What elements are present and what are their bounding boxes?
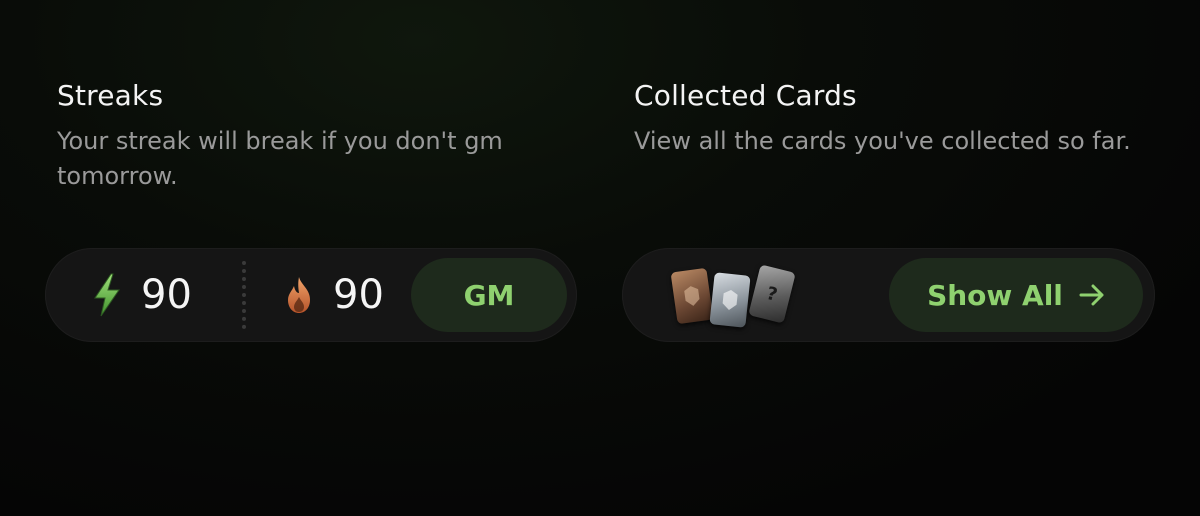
card-stack: ? — [670, 264, 810, 328]
streaks-section: Streaks Your streak will break if you do… — [57, 78, 597, 194]
collected-cards-panel: ? Show All — [622, 248, 1155, 342]
collected-cards-title: Collected Cards — [634, 79, 857, 112]
flame-streak-value: 90 — [333, 272, 384, 318]
silver-card-icon — [709, 272, 751, 328]
stat-divider — [242, 261, 246, 329]
mystery-card-icon: ? — [748, 264, 796, 324]
streaks-description: Your streak will break if you don't gm t… — [57, 127, 503, 190]
streaks-title: Streaks — [57, 79, 164, 112]
bolt-streak-stat: 90 — [87, 248, 192, 342]
bronze-card-icon — [670, 267, 714, 325]
show-all-button[interactable]: Show All — [889, 258, 1143, 332]
gm-button[interactable]: GM — [411, 258, 567, 332]
flame-streak-stat: 90 — [279, 248, 384, 342]
show-all-label: Show All — [927, 278, 1063, 312]
arrow-right-icon — [1079, 284, 1105, 306]
bolt-streak-value: 90 — [141, 272, 192, 318]
collected-cards-section: Collected Cards View all the cards you'v… — [634, 78, 1174, 159]
lightning-bolt-icon — [87, 273, 127, 317]
streak-panel: 90 90 GM — [45, 248, 577, 342]
flame-icon — [279, 273, 319, 317]
collected-cards-description: View all the cards you've collected so f… — [634, 127, 1131, 155]
